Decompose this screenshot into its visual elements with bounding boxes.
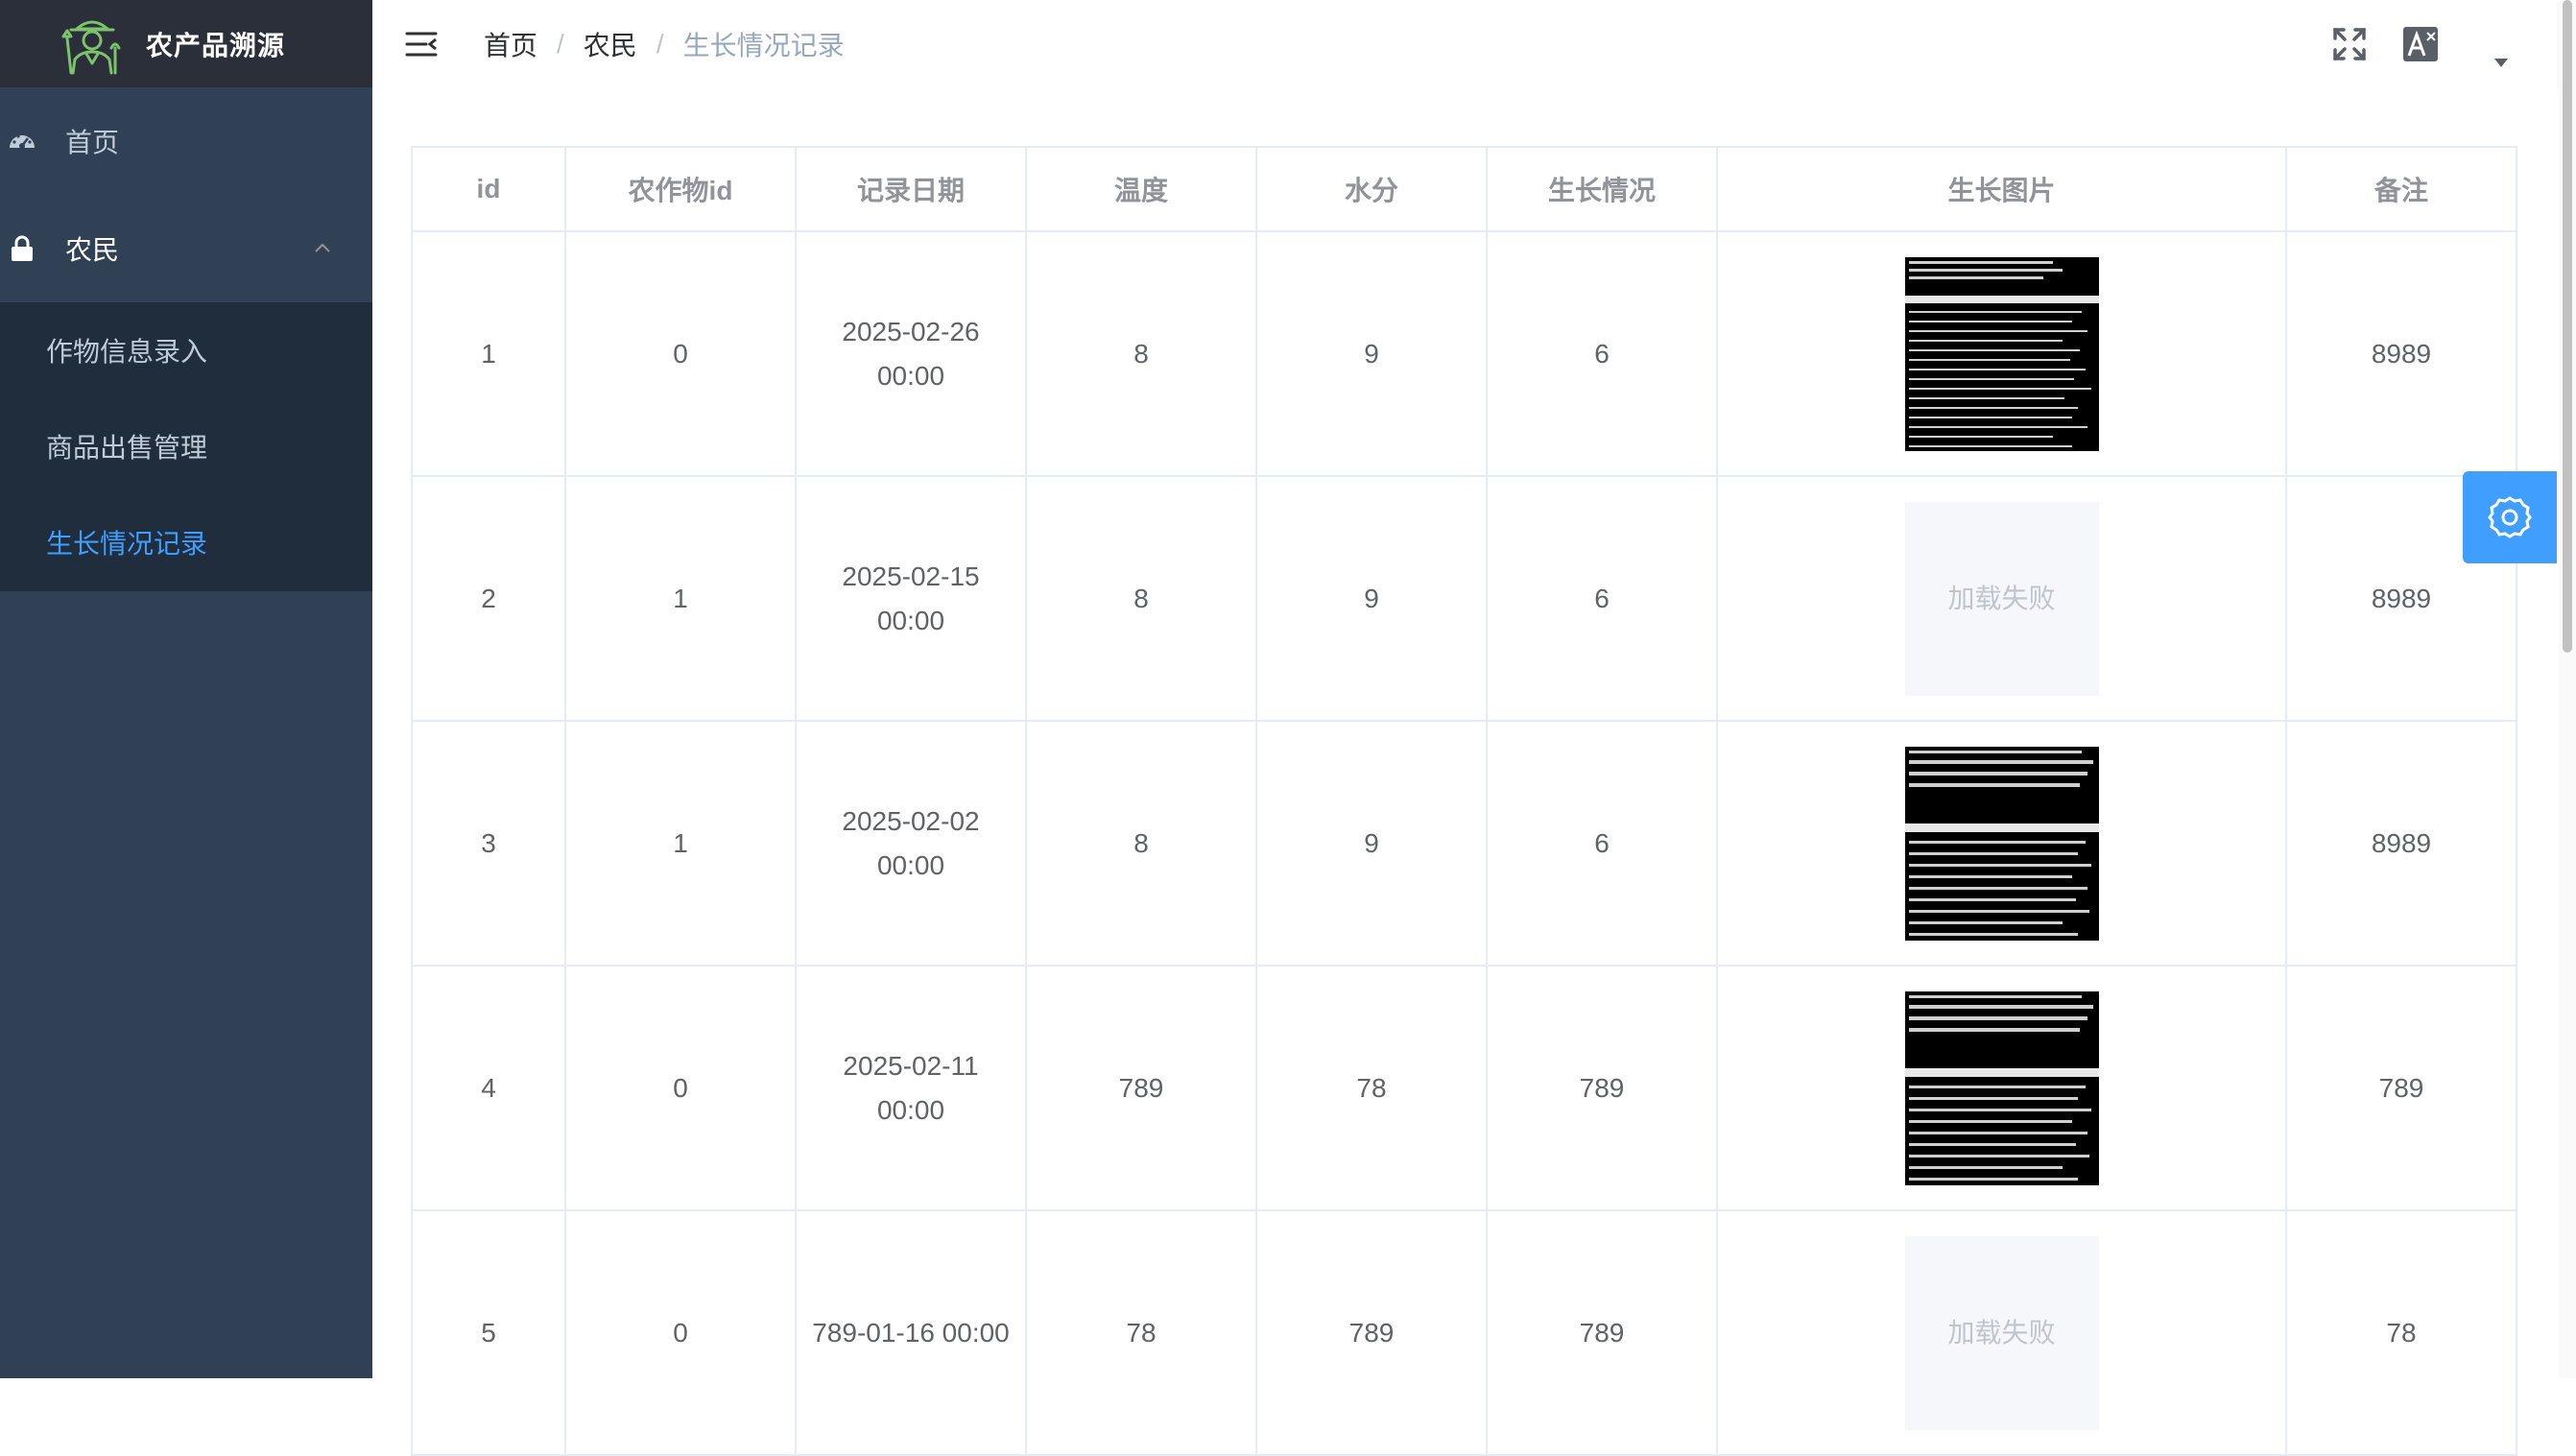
table-header-row: id 农作物id 记录日期 温度 水分 生长情况 生长图片 备注: [411, 146, 2517, 232]
sidebar-item-farmer[interactable]: 农民: [0, 195, 372, 302]
sidebar-item-sales-management[interactable]: 商品出售管理: [0, 398, 372, 494]
gear-icon: [2488, 496, 2532, 538]
sidebar-item-crop-entry[interactable]: 作物信息录入: [0, 302, 372, 398]
breadcrumb-farmer[interactable]: 农民: [584, 25, 637, 63]
sidebar: 农产品溯源 首页 农民 作物信息录入 商品出售管理 生长情况记录: [0, 0, 372, 1378]
cell-image: 加载失败: [1716, 1209, 2287, 1456]
cell-growth: 6: [1486, 720, 1718, 967]
farmer-logo-icon: [61, 20, 121, 74]
cell-moisture: 78: [1255, 965, 1488, 1211]
breadcrumb-current: 生长情况记录: [682, 30, 845, 60]
cell-temperature: 789: [1025, 965, 1257, 1211]
cell-moisture: 9: [1255, 475, 1488, 722]
cell-date: 2025-02-15 00:00: [795, 475, 1027, 722]
cell-id: 5: [411, 1209, 566, 1456]
cell-crop-id: 1: [564, 720, 797, 967]
cell-moisture: 789: [1255, 1209, 1488, 1456]
sidebar-item-growth-records[interactable]: 生长情况记录: [0, 494, 372, 590]
farmer-submenu: 作物信息录入 商品出售管理 生长情况记录: [0, 302, 372, 591]
cell-id: 1: [411, 230, 566, 477]
column-header: 生长图片: [1716, 146, 2287, 232]
cell-growth: 6: [1486, 475, 1718, 722]
cell-moisture: 9: [1255, 230, 1488, 477]
cell-id: 4: [411, 965, 566, 1211]
app-title: 农产品溯源: [146, 30, 286, 60]
sidebar-item-home-label: 首页: [65, 128, 120, 157]
chevron-up-icon: [315, 243, 330, 252]
cell-crop-id: 0: [564, 230, 797, 477]
cell-temperature: 78: [1025, 1209, 1257, 1456]
cell-image: [1716, 965, 2287, 1211]
cell-crop-id: 0: [564, 1209, 797, 1456]
breadcrumb-separator: /: [557, 28, 564, 59]
table-row[interactable]: 5 0 789-01-16 00:00 78 789 789 加载失败 78: [411, 1209, 2517, 1456]
scrollbar-thumb[interactable]: [2563, 0, 2572, 653]
growth-image[interactable]: [1904, 256, 2099, 451]
cell-temperature: 8: [1025, 475, 1257, 722]
hamburger-icon[interactable]: [403, 26, 440, 62]
cell-note: 8989: [2285, 720, 2517, 967]
cell-moisture: 9: [1255, 720, 1488, 967]
table-row[interactable]: 2 1 2025-02-15 00:00 8 9 6 加载失败 8989: [411, 475, 2517, 722]
image-load-failed: 加载失败: [1904, 1235, 2099, 1430]
cell-note: 789: [2285, 965, 2517, 1211]
cell-date: 2025-02-26 00:00: [795, 230, 1027, 477]
breadcrumb-home[interactable]: 首页: [484, 25, 537, 63]
cell-temperature: 8: [1025, 230, 1257, 477]
image-load-failed: 加载失败: [1904, 501, 2099, 696]
column-header: 生长情况: [1486, 146, 1718, 232]
sidebar-item-farmer-label: 农民: [65, 235, 120, 265]
lock-icon: [12, 235, 33, 261]
dashboard-icon: [10, 134, 35, 149]
navbar: 首页 / 农民 / 生长情况记录: [372, 0, 2557, 87]
cell-date: 2025-02-11 00:00: [795, 965, 1027, 1211]
column-header: 水分: [1255, 146, 1488, 232]
table-row[interactable]: 4 0 2025-02-11 00:00 789 78 789 789: [411, 965, 2517, 1211]
cell-date: 2025-02-02 00:00: [795, 720, 1027, 967]
cell-note: 8989: [2285, 230, 2517, 477]
caret-down-icon[interactable]: [2492, 53, 2511, 72]
breadcrumb-separator: /: [656, 28, 664, 59]
cell-crop-id: 1: [564, 475, 797, 722]
cell-id: 3: [411, 720, 566, 967]
cell-image: 加载失败: [1716, 475, 2287, 722]
cell-growth: 6: [1486, 230, 1718, 477]
column-header: 农作物id: [564, 146, 797, 232]
cell-date: 789-01-16 00:00: [795, 1209, 1027, 1456]
cell-image: [1716, 230, 2287, 477]
cell-growth: 789: [1486, 1209, 1718, 1456]
growth-records-table: id 农作物id 记录日期 温度 水分 生长情况 生长图片 备注 1 0 202…: [411, 146, 2517, 1456]
sidebar-item-home[interactable]: 首页: [0, 87, 372, 195]
table-row[interactable]: 3 1 2025-02-02 00:00 8 9 6 8989: [411, 720, 2517, 967]
settings-button[interactable]: [2463, 471, 2557, 563]
breadcrumb: 首页 / 农民 / 生长情况记录: [484, 25, 845, 63]
cell-id: 2: [411, 475, 566, 722]
column-header: 备注: [2285, 146, 2517, 232]
growth-image[interactable]: [1904, 746, 2099, 941]
cell-note: 78: [2285, 1209, 2517, 1456]
main-content: id 农作物id 记录日期 温度 水分 生长情况 生长图片 备注 1 0 202…: [372, 87, 2557, 1456]
column-header: id: [411, 146, 566, 232]
cell-growth: 789: [1486, 965, 1718, 1211]
cell-crop-id: 0: [564, 965, 797, 1211]
column-header: 记录日期: [795, 146, 1027, 232]
translate-icon[interactable]: [2401, 25, 2440, 63]
column-header: 温度: [1025, 146, 1257, 232]
cell-temperature: 8: [1025, 720, 1257, 967]
table-row[interactable]: 1 0 2025-02-26 00:00 8 9 6 8989: [411, 230, 2517, 477]
growth-image[interactable]: [1904, 991, 2099, 1185]
right-menu: [2330, 0, 2557, 87]
logo[interactable]: 农产品溯源: [0, 0, 372, 87]
fullscreen-icon[interactable]: [2330, 25, 2369, 63]
cell-image: [1716, 720, 2287, 967]
